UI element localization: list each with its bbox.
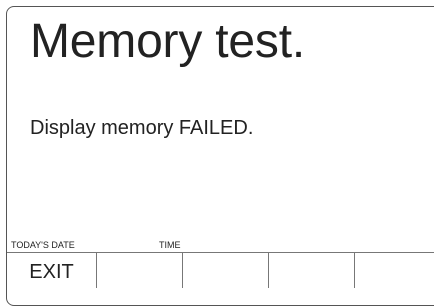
softkey-4[interactable] — [269, 253, 355, 288]
softkey-2[interactable] — [97, 253, 183, 288]
status-message: Display memory FAILED. — [30, 117, 254, 139]
softkey-5[interactable] — [355, 253, 434, 288]
exit-softkey[interactable]: EXIT — [7, 253, 97, 288]
softkey-3[interactable] — [183, 253, 269, 288]
softkey-label: EXIT — [29, 261, 74, 283]
softkey-bar: EXIT — [7, 253, 434, 288]
page-title: Memory test. — [30, 15, 305, 68]
time-label: TIME — [159, 240, 181, 250]
todays-date-label: TODAY'S DATE — [11, 240, 75, 250]
